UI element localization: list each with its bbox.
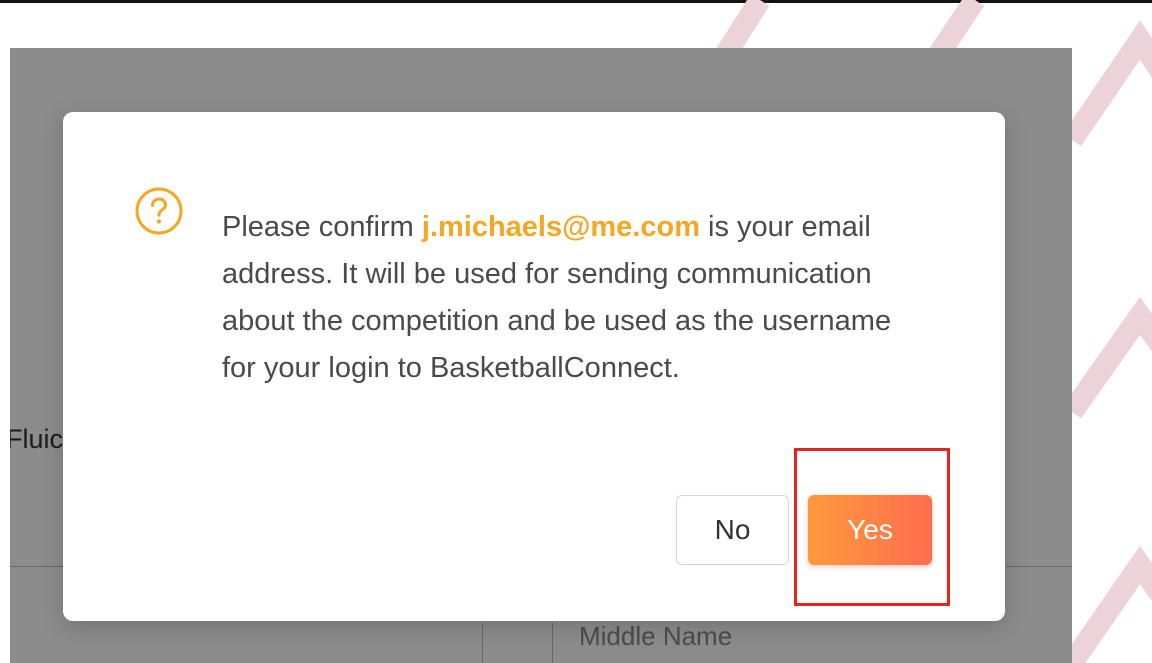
no-button[interactable]: No bbox=[676, 495, 789, 565]
dialog-message: Please confirm j.michaels@me.com is your… bbox=[222, 204, 922, 392]
yes-button[interactable]: Yes bbox=[808, 495, 932, 565]
question-circle-icon bbox=[135, 187, 183, 235]
message-prefix: Please confirm bbox=[222, 211, 422, 243]
screenshot-stage: Fluic Please confirm j.michaels@me.com i… bbox=[0, 0, 1152, 663]
confirm-email-address: j.michaels@me.com bbox=[421, 211, 700, 243]
